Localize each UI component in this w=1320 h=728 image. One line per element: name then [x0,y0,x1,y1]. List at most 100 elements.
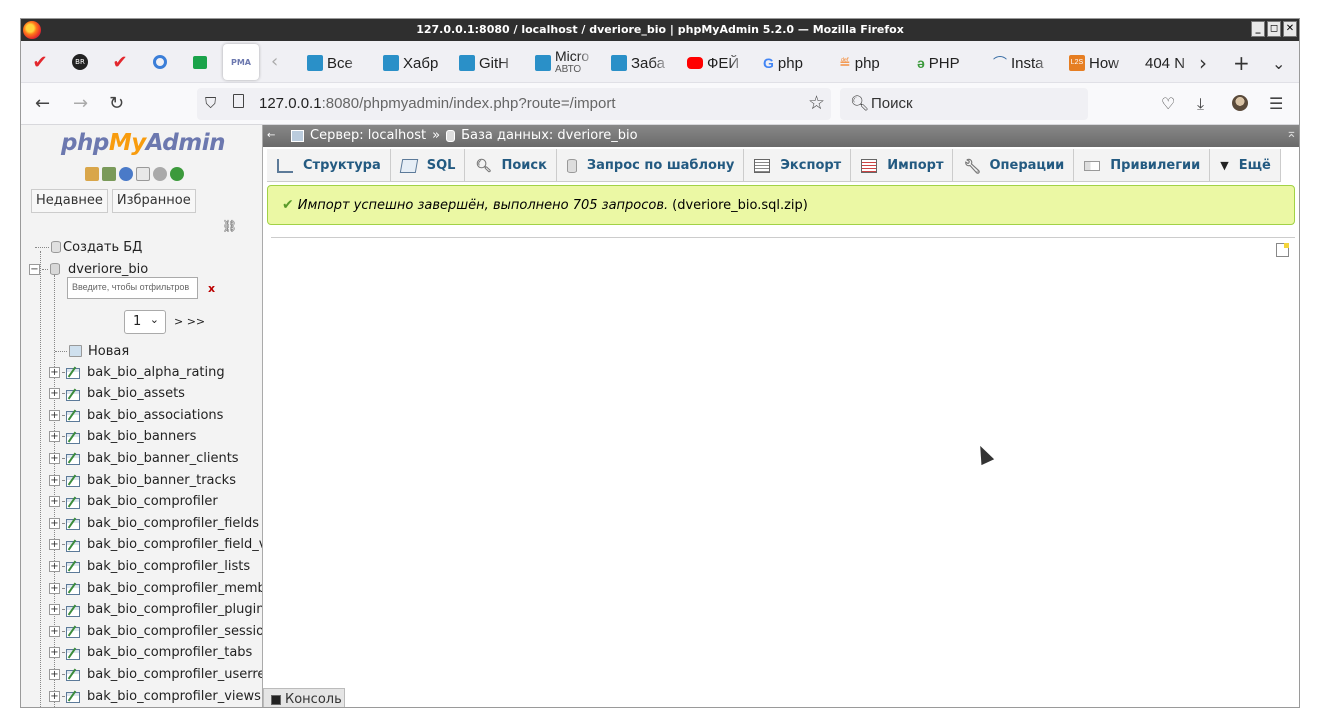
page-settings-icon[interactable] [1276,243,1289,257]
tab-todoist-icon[interactable]: ✔ [29,51,51,73]
expand-icon[interactable]: + [49,496,60,508]
table-icon[interactable] [66,517,80,531]
table-icon[interactable] [66,366,80,379]
tab-structure[interactable]: Структура [267,149,391,182]
breadcrumb-database[interactable]: База данных: dveriore_bio [461,128,638,143]
table-label[interactable]: bak_bio_comprofiler_field_val [87,537,262,552]
table-label[interactable]: bak_bio_banners [87,429,196,444]
table-label[interactable]: bak_bio_comprofiler_lists [87,559,250,574]
bookmark-tab-12[interactable]: 404 N [1145,53,1195,73]
expand-icon[interactable]: + [49,366,60,378]
table-item[interactable]: + bak_bio_banners [49,427,196,447]
back-arrow-icon[interactable]: ← [35,93,50,114]
table-icon[interactable] [66,409,80,423]
close-button[interactable]: ✕ [1283,21,1297,37]
tab-check-icon[interactable]: ✔ [109,51,131,73]
database-label[interactable]: dveriore_bio [68,262,148,277]
console-toggle[interactable]: Консоль [263,688,345,707]
url-text[interactable]: 127.0.0.1:8080/phpmyadmin/index.php?rout… [259,95,616,112]
bookmark-tab-9[interactable]: ə PHP [917,53,977,73]
table-item[interactable]: + bak_bio_alpha_rating [49,362,225,382]
home-icon[interactable] [85,167,99,181]
table-icon[interactable] [66,496,80,509]
list-tabs-chevron-down-icon[interactable]: ⌄ [1272,54,1285,73]
table-label[interactable]: bak_bio_comprofiler_fields [87,516,259,531]
table-label[interactable]: bak_bio_assets [87,386,185,401]
bookmark-tab-6[interactable]: ФЕЙ [687,53,747,73]
bookmark-tab-8[interactable]: ≝ php [839,53,899,73]
phpmyadmin-logo[interactable]: phpMyAdmin [61,130,225,156]
table-item[interactable]: + bak_bio_associations [49,405,223,425]
bookmark-tab-11[interactable]: L2S How [1069,53,1131,73]
reload-nav-icon[interactable] [170,167,184,181]
table-icon[interactable] [66,604,80,617]
table-icon[interactable] [66,560,80,574]
table-icon[interactable] [66,690,80,703]
bookmark-tab-3[interactable]: GitH [459,53,519,73]
expand-icon[interactable]: + [49,560,60,572]
expand-icon[interactable]: + [49,582,60,594]
menu-hamburger-icon[interactable]: ☰ [1269,94,1283,113]
table-icon[interactable] [66,539,80,552]
bookmark-tab-4[interactable]: Micro АВТО [535,47,595,79]
table-label[interactable]: bak_bio_comprofiler_tabs [87,645,252,660]
filter-clear-button[interactable]: x [208,282,215,295]
shield-icon[interactable]: ⛉ [205,94,216,112]
tab-export[interactable]: Экспорт [744,149,852,182]
table-label[interactable]: bak_bio_banner_tracks [87,473,236,488]
expand-icon[interactable]: + [49,668,60,680]
bookmark-tab-1[interactable]: Все [307,53,363,73]
page-info-icon[interactable] [233,94,244,108]
table-icon[interactable] [66,582,80,595]
page-select[interactable]: 1 ⌄ [124,310,166,334]
table-icon[interactable] [66,431,80,444]
table-item[interactable]: + bak_bio_comprofiler_member [49,578,262,598]
maximize-button[interactable]: ◻ [1267,21,1281,37]
bookmark-star-icon[interactable]: ☆ [808,92,825,114]
expand-icon[interactable]: + [49,647,60,659]
table-item[interactable]: + bak_bio_comprofiler_plugin [49,600,262,620]
collapse-icon[interactable]: − [29,263,40,275]
table-item[interactable]: + bak_bio_comprofiler_sessions [49,621,262,641]
tab-import[interactable]: Импорт [851,149,954,182]
table-icon[interactable] [66,668,80,682]
expand-icon[interactable]: + [49,409,60,421]
table-item[interactable]: + bak_bio_comprofiler [49,492,218,512]
table-item[interactable]: + bak_bio_comprofiler_lists [49,556,250,576]
tab-recent[interactable]: Недавнее [31,189,108,213]
bookmark-tab-5[interactable]: Заба [611,53,671,73]
forward-arrow-icon[interactable]: → [73,93,88,114]
scroll-top-icon[interactable]: ⌅ [1286,126,1297,141]
table-item[interactable]: + bak_bio_banner_tracks [49,470,236,490]
new-table-label[interactable]: Новая [88,344,129,359]
bookmark-tab-10[interactable]: ⌒ Insta [993,53,1053,73]
tab-phpmyadmin[interactable]: PMA [223,44,259,80]
table-label[interactable]: bak_bio_alpha_rating [87,365,225,380]
tab-scroll-left-icon[interactable]: ‹ [271,51,278,72]
breadcrumb-server[interactable]: Сервер: localhost [310,128,426,143]
table-item[interactable]: + bak_bio_comprofiler_fields [49,513,259,533]
help-icon[interactable] [119,167,133,181]
table-item[interactable]: + bak_bio_comprofiler_userrep [49,664,262,684]
new-tab-button[interactable]: + [1233,51,1250,75]
database-item[interactable]: − dveriore_bio [29,259,148,279]
bookmark-tab-7[interactable]: Gphp [763,53,823,73]
reload-icon[interactable]: ↻ [109,93,124,114]
table-item[interactable]: + bak_bio_comprofiler_views [49,686,261,706]
expand-icon[interactable]: + [49,690,60,702]
search-input[interactable]: 🔍︎ Поиск [840,88,1088,120]
table-icon[interactable] [66,452,80,466]
table-label[interactable]: bak_bio_banner_clients [87,451,239,466]
account-avatar[interactable] [1232,95,1248,111]
expand-icon[interactable]: + [49,604,60,616]
expand-icon[interactable]: + [49,474,60,486]
expand-icon[interactable]: + [49,539,60,551]
table-label[interactable]: bak_bio_comprofiler_userrep [87,667,262,682]
logout-icon[interactable] [102,167,116,181]
new-table-item[interactable]: Новая [55,341,129,361]
table-icon[interactable] [66,388,80,401]
table-item[interactable]: + bak_bio_comprofiler_field_val [49,535,262,555]
minimize-button[interactable]: _ [1251,21,1265,37]
tab-query[interactable]: Запрос по шаблону [557,149,745,182]
expand-icon[interactable]: + [49,625,60,637]
